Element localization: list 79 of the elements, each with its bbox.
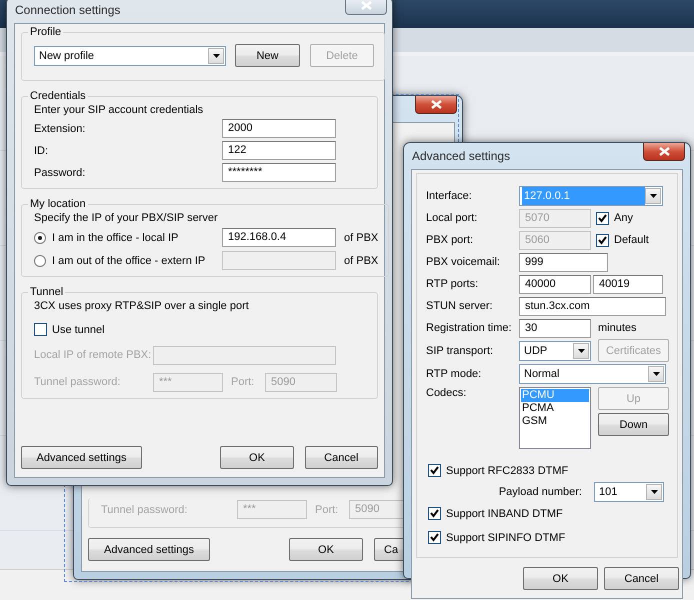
dropdown-arrow-icon <box>212 54 220 58</box>
rtp-mode-dropdown[interactable]: Normal <box>519 364 666 384</box>
field-label: Local IP of remote PBX: <box>34 349 152 361</box>
cancel-button[interactable]: Cancel <box>604 567 679 590</box>
close-button[interactable] <box>415 96 457 114</box>
payload-dropdown[interactable]: 101 <box>594 482 664 502</box>
checkbox-label: Support INBAND DTMF <box>446 508 563 520</box>
transport-dropdown[interactable]: UDP <box>519 340 591 360</box>
ok-button[interactable]: OK <box>523 567 598 590</box>
port-field[interactable]: 40019 <box>593 274 663 294</box>
radio-button[interactable] <box>34 232 46 244</box>
input-field[interactable]: ******** <box>222 163 336 182</box>
dropdown-arrow-icon <box>650 490 658 494</box>
field-label: ID: <box>34 144 50 156</box>
group-label: My location <box>29 198 87 210</box>
field-label: Port: <box>314 504 340 516</box>
window-title: Advanced settings <box>411 149 510 163</box>
checkbox[interactable] <box>428 464 441 477</box>
check-icon <box>430 533 439 542</box>
checkbox-label: Support RFC2833 DTMF <box>446 464 568 476</box>
group-label: Profile <box>29 26 62 38</box>
field-label: Tunnel password: <box>34 376 122 388</box>
check-icon <box>430 466 439 475</box>
radio-label: I am out of the office - extern IP <box>52 254 206 266</box>
dropdown-arrow-icon <box>650 194 656 198</box>
dropdown-arrow-icon <box>652 372 660 376</box>
field-label: Local port: <box>426 212 478 224</box>
field-suffix: of PBX <box>343 232 378 244</box>
close-icon <box>658 147 670 156</box>
ok-button[interactable]: OK <box>289 538 363 561</box>
close-icon <box>360 1 372 10</box>
checkbox-label: Any <box>614 212 633 224</box>
voicemail-field[interactable]: 999 <box>519 252 608 272</box>
stun-server-field[interactable]: stun.3cx.com <box>519 296 666 316</box>
checkbox-label: Support SIPINFO DTMF <box>446 532 566 544</box>
checkbox-label: Use tunnel <box>52 324 105 336</box>
registration-time-field[interactable]: 30 <box>519 318 591 338</box>
checkbox[interactable] <box>428 507 441 520</box>
new-button[interactable]: New <box>235 44 300 67</box>
check-icon <box>598 236 607 244</box>
field-label: Payload number: <box>498 486 583 498</box>
field-label: SIP transport: <box>426 344 494 356</box>
close-icon <box>430 100 442 109</box>
field-label: Interface: <box>426 190 473 202</box>
instruction-text: Specify the IP of your PBX/SIP server <box>34 212 219 224</box>
input-field[interactable]: 122 <box>222 141 336 160</box>
field-label: PBX voicemail: <box>426 256 501 268</box>
field-label: Extension: <box>34 122 86 134</box>
radio-label: I am in the office - local IP <box>52 232 178 244</box>
group-label: Tunnel <box>29 286 64 298</box>
field-label: RTP ports: <box>426 278 480 290</box>
port-field[interactable]: 40000 <box>519 274 591 294</box>
field-label: STUN server: <box>426 300 494 312</box>
check-icon <box>430 509 439 518</box>
ip-field[interactable]: 192.168.0.4 <box>222 228 336 247</box>
field-label: Codecs: <box>426 387 468 401</box>
field-label: Password: <box>34 166 86 178</box>
field-suffix: of PBX <box>343 254 378 266</box>
down-button[interactable]: Down <box>598 413 669 436</box>
field-label: PBX port: <box>426 234 474 246</box>
checkbox-label: Default <box>614 234 649 246</box>
field-label: Registration time: <box>426 322 513 334</box>
instruction-text: 3CX uses proxy RTP&SIP over a single port <box>34 300 250 312</box>
input-field[interactable]: 2000 <box>222 119 336 138</box>
codec-item[interactable]: PCMA <box>521 402 589 415</box>
window-title: Connection settings <box>14 3 120 17</box>
check-icon <box>598 214 607 222</box>
advanced-settings-button[interactable]: Advanced settings <box>88 538 210 561</box>
group-label: Credentials <box>29 90 87 102</box>
profile-dropdown[interactable]: New profile <box>34 46 226 66</box>
close-button[interactable] <box>643 143 685 161</box>
dropdown-arrow-icon <box>578 348 584 352</box>
instruction-text: Enter your SIP account credentials <box>34 104 204 116</box>
field-label: Port: <box>230 376 256 388</box>
field-label: RTP mode: <box>426 368 482 380</box>
unit-label: minutes <box>597 322 637 334</box>
checkbox[interactable] <box>428 531 441 544</box>
codec-item[interactable]: GSM <box>521 415 589 428</box>
field-label: Tunnel password: <box>101 504 188 516</box>
